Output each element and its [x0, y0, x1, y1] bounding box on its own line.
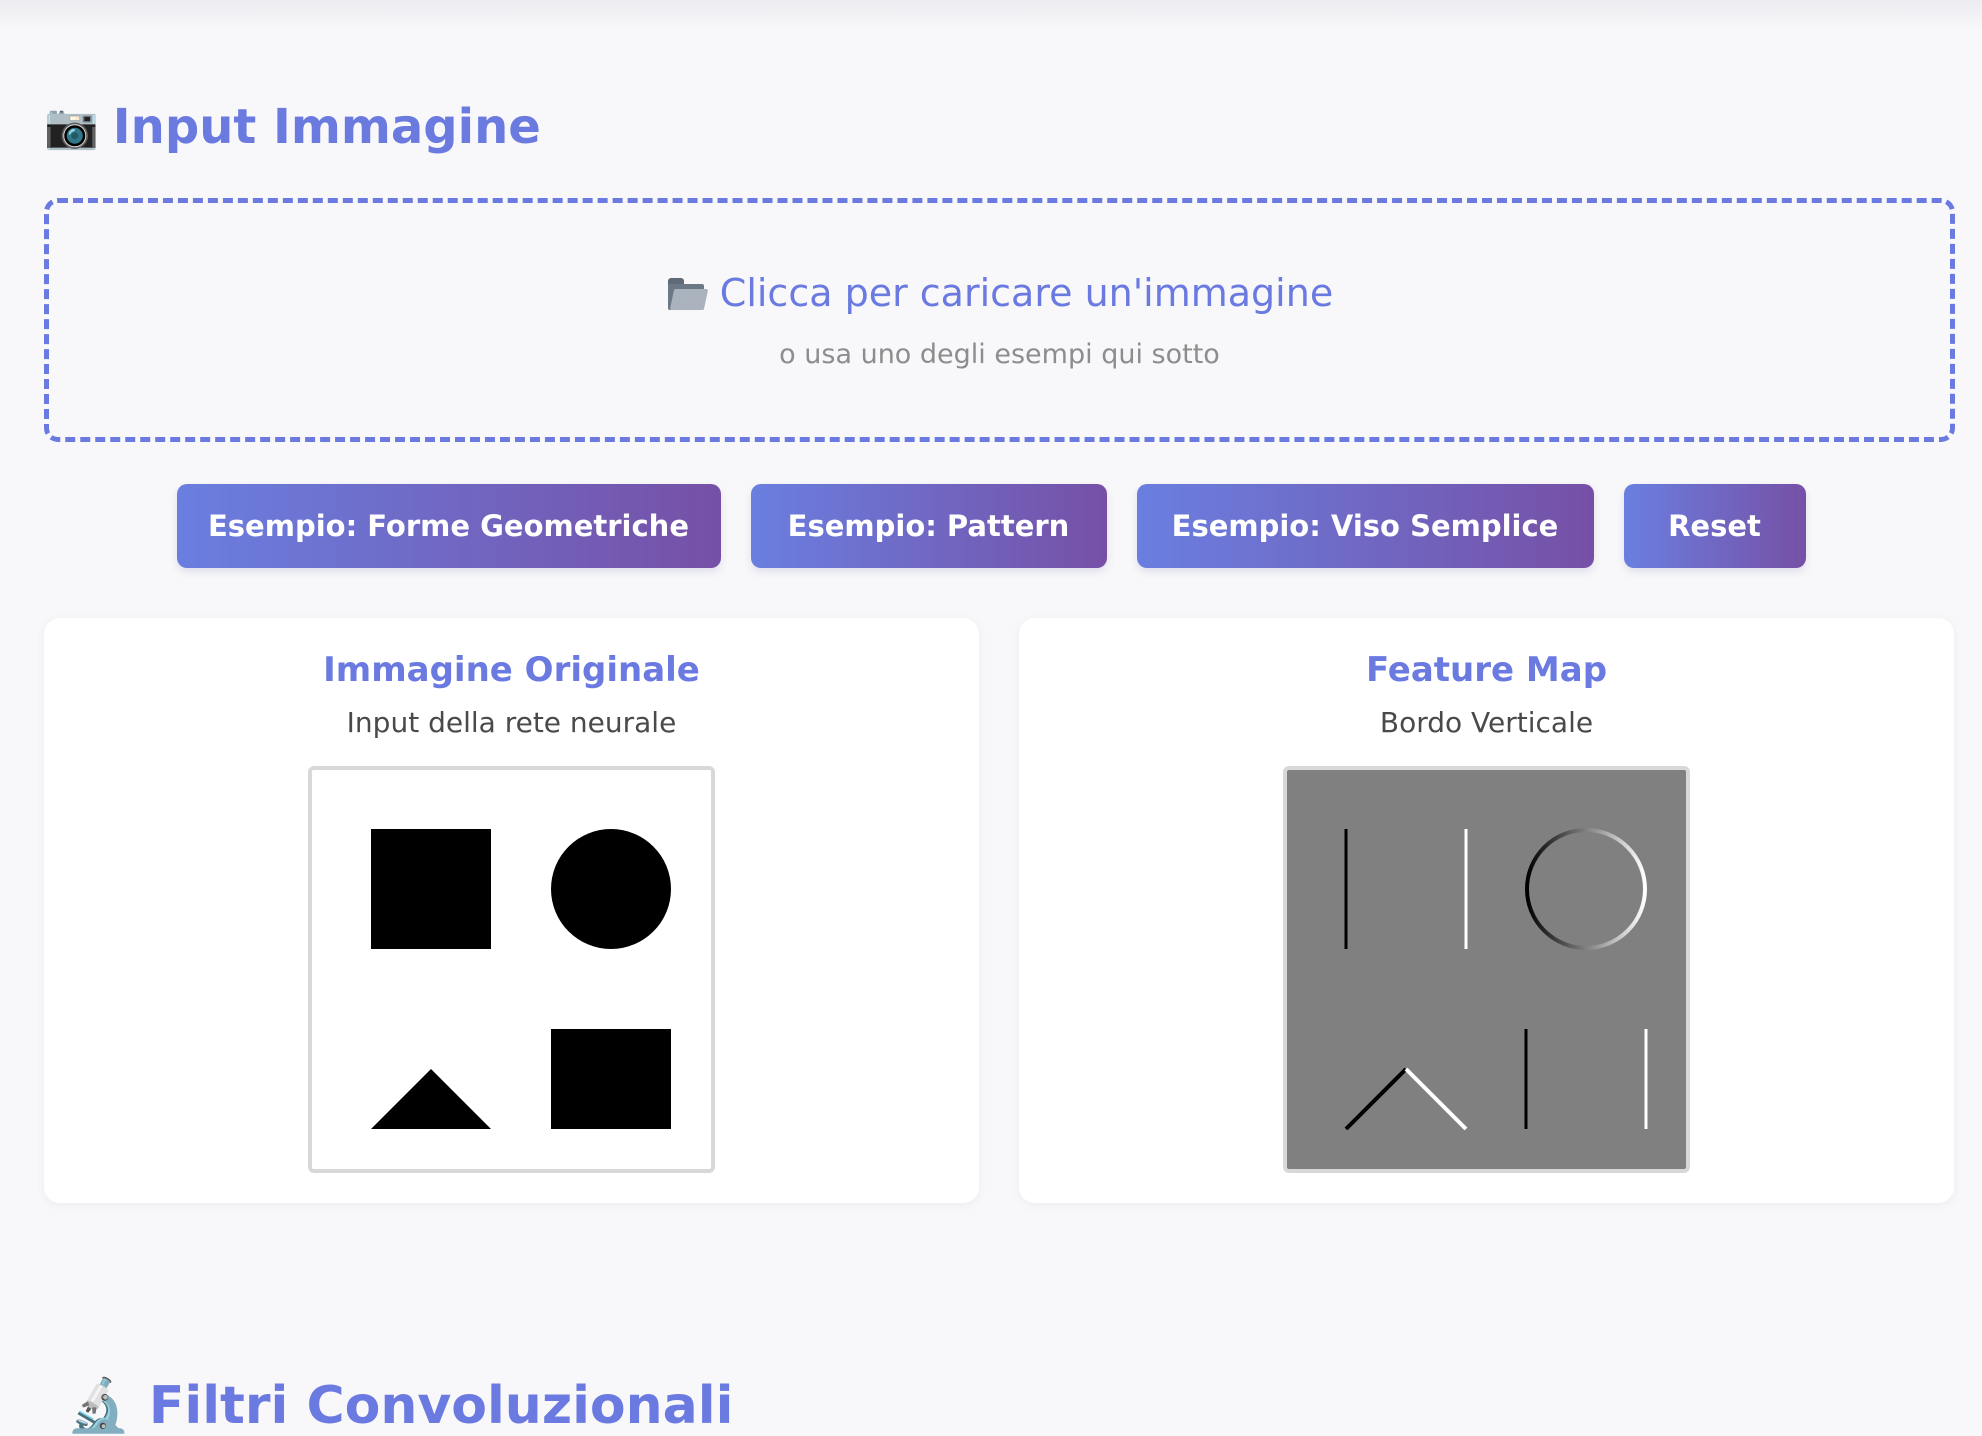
- section-title: 📷 Input Immagine: [44, 96, 541, 158]
- square-shape: [371, 829, 491, 949]
- feature-map-canvas: [1283, 766, 1690, 1173]
- example-pattern-button[interactable]: Esempio: Pattern: [750, 484, 1107, 568]
- original-image-title: Immagine Originale: [323, 650, 700, 690]
- next-section-title-text: Filtri Convoluzionali: [148, 1376, 734, 1436]
- folder-icon: [666, 276, 709, 310]
- reset-button[interactable]: Reset: [1623, 484, 1806, 568]
- example-geometric-button[interactable]: Esempio: Forme Geometriche: [176, 484, 721, 568]
- upload-dropzone[interactable]: Clicca per caricare un'immagine o usa un…: [44, 198, 1955, 442]
- circle-shape: [551, 829, 671, 949]
- section-title-text: Input Immagine: [112, 99, 541, 155]
- example-face-button[interactable]: Esempio: Viso Semplice: [1136, 484, 1594, 568]
- feature-map-card: Feature Map Bordo Verticale: [1019, 618, 1954, 1203]
- microscope-icon: 🔬: [66, 1376, 131, 1436]
- camera-icon: 📷: [44, 101, 99, 152]
- feature-map-subtitle: Bordo Verticale: [1379, 706, 1594, 739]
- original-image-subtitle: Input della rete neurale: [346, 706, 677, 739]
- upload-main-line: Clicca per caricare un'immagine: [666, 271, 1333, 315]
- top-shadow-band: [0, 0, 1982, 30]
- original-image-canvas: [308, 766, 715, 1173]
- feature-map-title: Feature Map: [1365, 650, 1608, 690]
- upload-main-text: Clicca per caricare un'immagine: [719, 270, 1334, 315]
- original-image-card: Immagine Originale Input della rete neur…: [44, 618, 979, 1203]
- example-buttons: Esempio: Forme Geometriche Esempio: Patt…: [0, 484, 1982, 568]
- next-section-title: 🔬 Filtri Convoluzionali: [66, 1375, 733, 1436]
- upload-sub-text: o usa uno degli esempi qui sotto: [779, 338, 1220, 370]
- rectangle-shape: [551, 1029, 671, 1129]
